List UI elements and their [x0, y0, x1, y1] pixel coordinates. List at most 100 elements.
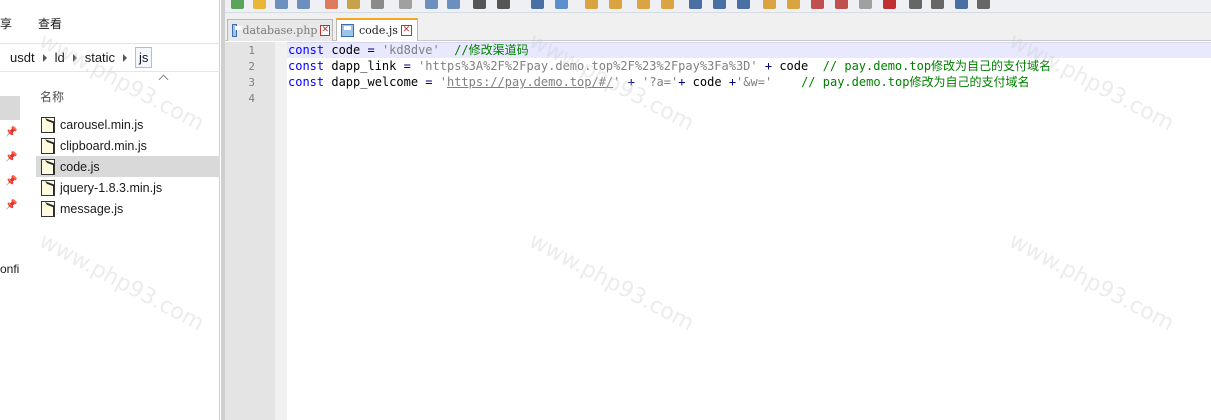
file-name: code.js: [60, 159, 100, 174]
editor-toolbar: [225, 0, 1211, 13]
code-token: https://pay.demo.top/#/: [446, 75, 614, 89]
code-line: const code = 'kd8dve' //修改渠道码: [288, 42, 529, 58]
breadcrumb[interactable]: usdt ld static js: [0, 44, 220, 72]
js-file-icon: [41, 116, 55, 133]
toolbar-button[interactable]: [883, 0, 896, 9]
chevron-right-icon[interactable]: [72, 53, 77, 62]
toolbar-button[interactable]: [531, 0, 544, 9]
toolbar-button[interactable]: [787, 0, 800, 9]
toolbar-button[interactable]: [297, 0, 310, 9]
tab-database-php[interactable]: database.php ✕: [227, 19, 333, 41]
toolbar-button[interactable]: [325, 0, 338, 9]
pin-icon[interactable]: 📌: [5, 152, 17, 164]
toolbar-button[interactable]: [689, 0, 702, 9]
toolbar-button[interactable]: [347, 0, 360, 9]
toolbar-button[interactable]: [977, 0, 990, 9]
breadcrumb-item-static[interactable]: static: [85, 50, 115, 65]
list-item[interactable]: jquery-1.8.3.min.js: [36, 177, 220, 198]
save-icon: [341, 24, 354, 37]
pin-icon[interactable]: 📌: [5, 176, 17, 188]
breadcrumb-item-usdt[interactable]: usdt: [10, 50, 35, 65]
toolbar-button[interactable]: [763, 0, 776, 9]
list-item[interactable]: message.js: [36, 198, 220, 219]
toolbar-button[interactable]: [253, 0, 266, 9]
toolbar-button[interactable]: [835, 0, 848, 9]
code-token: =: [403, 59, 411, 73]
sort-chevron-up-icon[interactable]: [158, 74, 169, 85]
toolbar-button[interactable]: [447, 0, 460, 9]
code-token: '&w=': [736, 75, 773, 89]
close-icon[interactable]: ✕: [320, 25, 330, 36]
list-item[interactable]: code.js: [36, 156, 220, 177]
ribbon-tab-view[interactable]: 查看: [38, 15, 62, 32]
toolbar-button[interactable]: [637, 0, 650, 9]
file-name: carousel.min.js: [60, 117, 144, 132]
toolbar-button[interactable]: [811, 0, 824, 9]
close-icon[interactable]: ✕: [400, 25, 412, 36]
navigation-pane: 📌 📌 📌 📌 onfi: [0, 72, 22, 420]
code-text-area[interactable]: const code = 'kd8dve' //修改渠道码 const dapp_…: [287, 42, 1211, 420]
toolbar-button[interactable]: [661, 0, 674, 9]
tab-label: database.php: [242, 24, 318, 37]
toolbar-button[interactable]: [931, 0, 944, 9]
toolbar-button[interactable]: [399, 0, 412, 9]
column-header-name[interactable]: 名称: [40, 88, 64, 105]
toolbar-button[interactable]: [737, 0, 750, 9]
line-number: 1: [248, 44, 255, 57]
toolbar-button[interactable]: [585, 0, 598, 9]
file-explorer: 享 查看 usdt ld static js 📌 📌 📌 📌 onfi 名称 c…: [0, 0, 220, 420]
toolbar-button[interactable]: [473, 0, 486, 9]
pin-icon[interactable]: 📌: [5, 127, 17, 139]
toolbar-button[interactable]: [909, 0, 922, 9]
js-file-icon: [41, 137, 55, 154]
code-token: // pay.demo.top修改为自己的支付域名: [801, 75, 1030, 89]
code-token: dapp_welcome: [324, 75, 426, 89]
nav-selected-item[interactable]: [0, 96, 20, 120]
chevron-right-icon[interactable]: [42, 53, 47, 62]
list-item[interactable]: clipboard.min.js: [36, 135, 220, 156]
breadcrumb-item-ld[interactable]: ld: [55, 50, 65, 65]
tab-code-js[interactable]: code.js ✕: [336, 18, 418, 41]
toolbar-button[interactable]: [609, 0, 622, 9]
code-token: code: [685, 75, 729, 89]
file-list: carousel.min.js clipboard.min.js code.js jq…: [36, 114, 220, 219]
code-token: // pay.demo.top修改为自己的支付域名: [822, 59, 1052, 73]
line-number-gutter[interactable]: 1 2 3 4: [225, 42, 275, 420]
toolbar-button[interactable]: [859, 0, 872, 9]
toolbar-button[interactable]: [231, 0, 244, 9]
file-name: clipboard.min.js: [60, 138, 147, 153]
toolbar-button[interactable]: [713, 0, 726, 9]
code-token: code: [324, 43, 368, 57]
breadcrumb-item-js[interactable]: js: [135, 47, 153, 68]
toolbar-button[interactable]: [371, 0, 384, 9]
code-token: ': [439, 75, 447, 89]
code-token: dapp_link: [324, 59, 404, 73]
tab-label: code.js: [359, 24, 398, 37]
line-number: 4: [248, 92, 255, 105]
pin-icon[interactable]: 📌: [5, 200, 17, 212]
toolbar-button[interactable]: [555, 0, 568, 9]
editor-tab-bar: database.php ✕ code.js ✕: [225, 13, 1211, 41]
toolbar-button[interactable]: [425, 0, 438, 9]
toolbar-button[interactable]: [497, 0, 510, 9]
ribbon-tab-share[interactable]: 享: [0, 15, 12, 32]
js-file-icon: [41, 200, 55, 217]
list-item[interactable]: carousel.min.js: [36, 114, 220, 135]
chevron-right-icon[interactable]: [123, 53, 128, 62]
ribbon-tabs: 享 查看: [0, 0, 220, 44]
code-token: //修改渠道码: [454, 43, 529, 57]
code-token: +: [627, 75, 635, 89]
nav-item-partial[interactable]: onfi: [0, 262, 19, 276]
code-token: code: [772, 59, 823, 73]
code-token: 'kd8dve': [381, 43, 440, 57]
toolbar-button[interactable]: [955, 0, 968, 9]
toolbar-button[interactable]: [275, 0, 288, 9]
code-line: const dapp_link = 'https%3A%2F%2Fpay.dem…: [288, 58, 1051, 74]
code-token: +: [728, 75, 737, 89]
code-token: '?a=': [642, 75, 679, 89]
fold-margin[interactable]: [275, 42, 287, 420]
